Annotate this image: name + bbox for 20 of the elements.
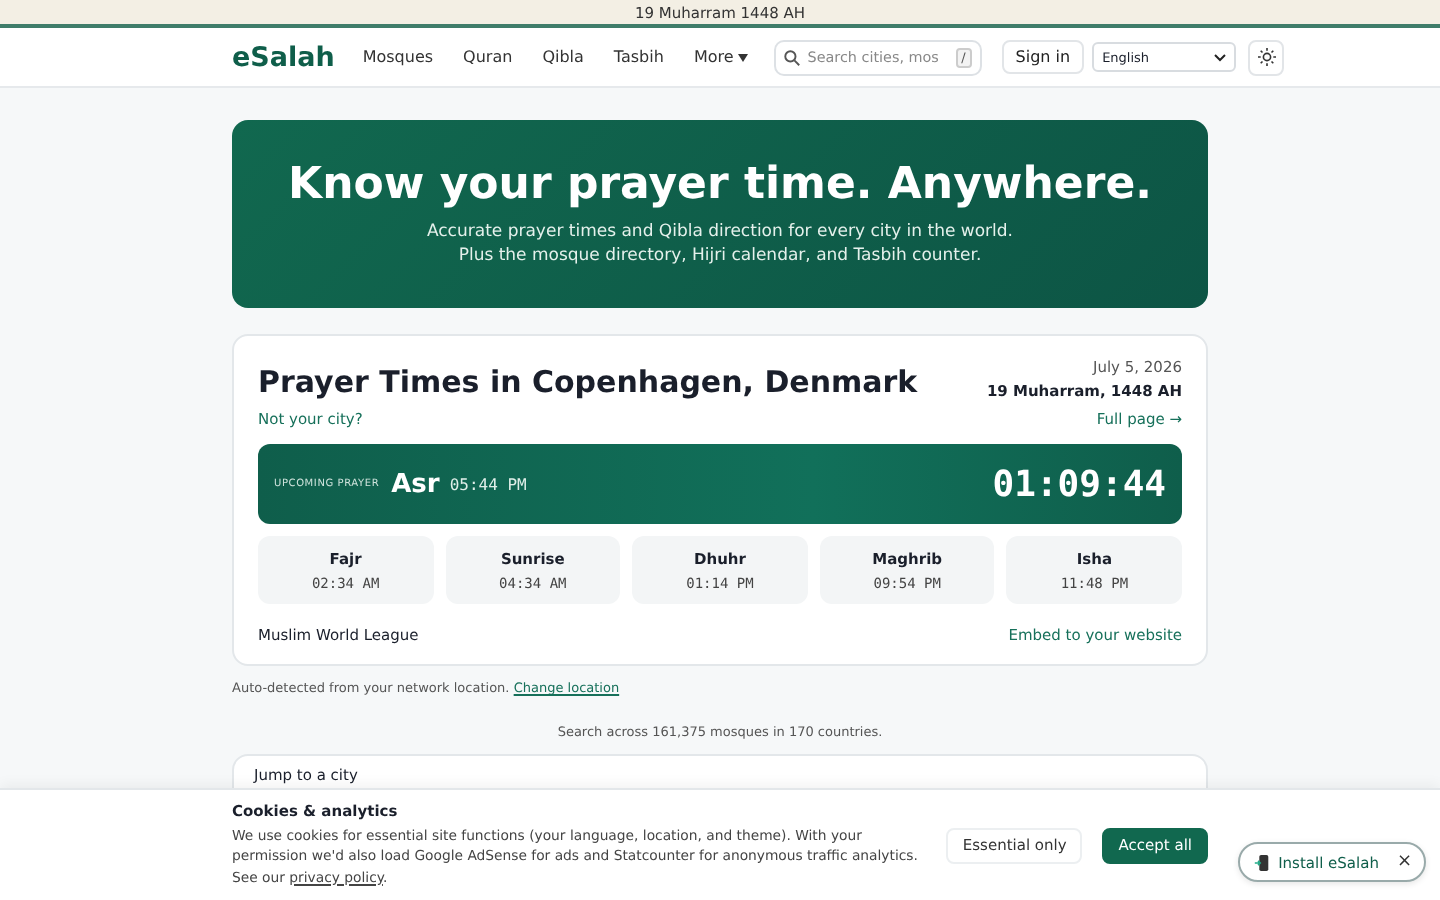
sign-in-button[interactable]: Sign in xyxy=(1001,40,1085,74)
nav-link[interactable]: Qibla xyxy=(542,48,584,66)
caret-icon xyxy=(737,53,748,61)
upcoming-prayer-name: Asr xyxy=(391,469,440,499)
hero-subtitle: Plus the mosque directory, Hijri calendar, and Tasbih counter. xyxy=(458,244,982,268)
more-menu-link[interactable]: More xyxy=(693,48,748,66)
nav-link[interactable]: Quran xyxy=(463,48,513,66)
hero-title: Know your prayer time. Anywhere. xyxy=(288,160,1152,210)
hero-subtitle: Accurate prayer times and Qibla direction for every city in the world. xyxy=(426,220,1014,244)
sun-icon xyxy=(1257,48,1276,66)
close-button[interactable]: × xyxy=(1386,852,1412,872)
theme-toggle-button[interactable] xyxy=(1248,39,1285,75)
countdown: 01:09:44 xyxy=(992,463,1166,505)
phone-icon xyxy=(1254,853,1271,871)
upcoming-prayer-time: 05:44 PM xyxy=(449,475,527,493)
chevron-icon xyxy=(1214,53,1227,61)
card-title: Prayer Times in Copenhagen, Denmark xyxy=(258,364,918,400)
nav-link[interactable]: Mosques xyxy=(362,48,434,66)
nav-link[interactable]: Tasbih xyxy=(613,48,664,66)
logo[interactable]: eSalah xyxy=(232,41,335,73)
